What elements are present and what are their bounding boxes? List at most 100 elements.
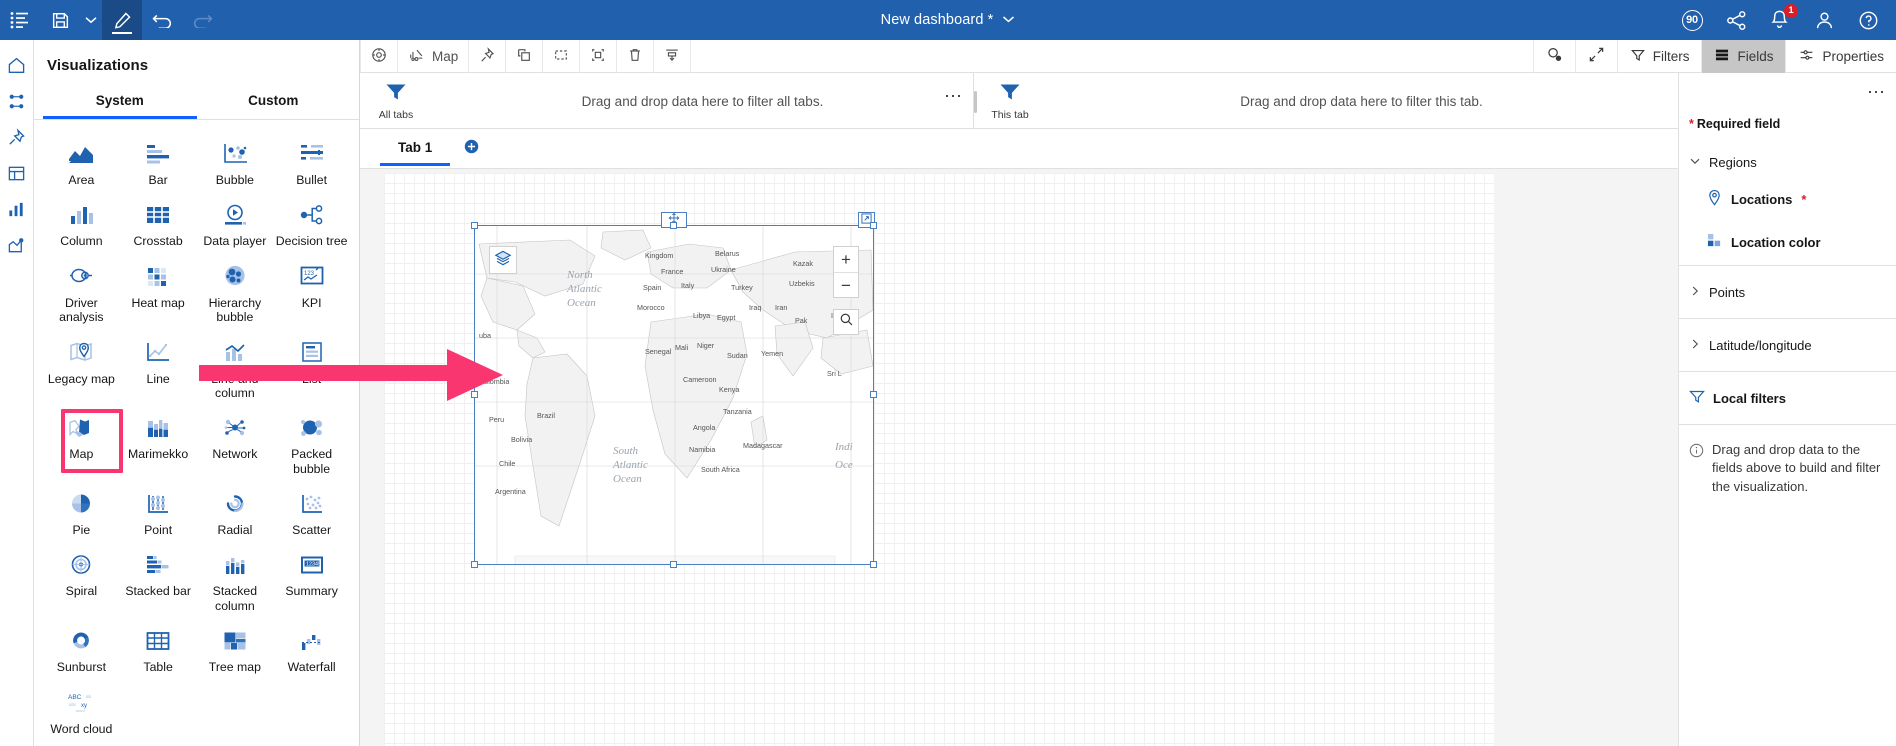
viz-item-map[interactable]: Map: [43, 408, 123, 480]
viz-item-tree-map[interactable]: Tree map: [197, 621, 274, 678]
share-button[interactable]: [1714, 0, 1758, 40]
viz-item-packed-bubble[interactable]: Packed bubble: [273, 408, 350, 480]
tab-custom[interactable]: Custom: [197, 88, 351, 119]
resize-handle-se[interactable]: [870, 561, 877, 568]
viz-item-spiral[interactable]: Spiral: [43, 545, 120, 617]
tab-system[interactable]: System: [43, 88, 197, 119]
toolbar-select-button[interactable]: [543, 39, 581, 73]
account-button[interactable]: [1802, 0, 1846, 40]
sidebar-item-pin[interactable]: [0, 122, 34, 158]
viz-item-decision-tree[interactable]: Decision tree: [273, 195, 350, 252]
section-points[interactable]: Points: [1679, 266, 1896, 318]
sidebar-item-charts[interactable]: [0, 194, 34, 230]
zoom-out-button[interactable]: [1532, 39, 1575, 73]
viz-item-line[interactable]: Line: [120, 333, 197, 405]
resize-handle-e[interactable]: [870, 391, 877, 398]
overflow-menu-icon[interactable]: ⋯: [944, 87, 963, 105]
field-locations[interactable]: Locations *: [1679, 179, 1896, 219]
viz-item-bullet[interactable]: Bullet: [273, 134, 350, 191]
tab-fields[interactable]: Fields: [1701, 39, 1786, 73]
redo-button[interactable]: [182, 0, 222, 40]
viz-item-word-cloud[interactable]: ABC ab abc xy word Word cloud: [43, 683, 120, 740]
toolbar-distribute-button[interactable]: [654, 39, 692, 73]
toolbar-chart-type-button[interactable]: Map: [398, 39, 470, 73]
section-regions[interactable]: Regions: [1679, 145, 1896, 179]
toolbar-delete-button[interactable]: [617, 39, 655, 73]
resize-handle-nw[interactable]: [471, 222, 478, 229]
viz-item-summary[interactable]: 12345 Summary: [273, 545, 350, 617]
tab-properties[interactable]: Properties: [1785, 39, 1896, 73]
viz-item-driver-analysis[interactable]: Driver analysis: [43, 257, 120, 329]
viz-item-bubble[interactable]: Bubble: [197, 134, 274, 191]
viz-item-network[interactable]: Network: [197, 408, 274, 480]
this-tab-filter-zone[interactable]: This tab Drag and drop data here to filt…: [974, 73, 1677, 129]
resize-handle-n[interactable]: [670, 222, 677, 229]
viz-item-data-player[interactable]: Data player: [197, 195, 274, 252]
viz-item-point[interactable]: Point: [120, 484, 197, 541]
chevron-down-icon[interactable]: [1002, 11, 1015, 29]
add-tab-button[interactable]: [464, 139, 479, 159]
toolbar-copy-button[interactable]: [506, 39, 544, 73]
zone-divider-handle[interactable]: [974, 91, 977, 113]
notifications-button[interactable]: 1: [1758, 0, 1802, 40]
canvas-sheet[interactable]: Kingdom Belarus France Ukraine Kazak Spa…: [384, 173, 1494, 746]
tab-filters[interactable]: Filters: [1616, 39, 1702, 73]
viz-item-legacy-map[interactable]: Legacy map: [43, 333, 120, 405]
map-search-button[interactable]: [833, 309, 859, 335]
resize-handle-w[interactable]: [471, 391, 478, 398]
viz-item-heat-map[interactable]: Heat map: [120, 257, 197, 329]
sidebar-item-explore[interactable]: [0, 230, 34, 266]
viz-item-scatter[interactable]: Scatter: [273, 484, 350, 541]
viz-item-radial[interactable]: Radial: [197, 484, 274, 541]
viz-item-list[interactable]: List: [273, 333, 350, 405]
viz-item-area[interactable]: Area: [43, 134, 120, 191]
resize-handle-s[interactable]: [670, 561, 677, 568]
viz-item-hierarchy-bubble[interactable]: Hierarchy bubble: [197, 257, 274, 329]
trial-days-button[interactable]: 90: [1670, 0, 1714, 40]
overflow-menu-icon[interactable]: ⋯: [1867, 83, 1886, 101]
viz-item-line-and-column[interactable]: Line and column: [197, 333, 274, 405]
sidebar-item-sources[interactable]: [0, 86, 34, 122]
toolbar-pin-button[interactable]: [469, 39, 507, 73]
save-options-button[interactable]: [80, 0, 102, 40]
viz-item-stacked-column[interactable]: Stacked column: [197, 545, 274, 617]
viz-item-pie[interactable]: Pie: [43, 484, 120, 541]
local-filters-row[interactable]: Local filters: [1679, 372, 1896, 424]
field-location-color[interactable]: Location color: [1679, 219, 1896, 265]
sidebar-item-widgets[interactable]: [0, 158, 34, 194]
page-title[interactable]: New dashboard *: [881, 12, 994, 28]
viz-item-kpi[interactable]: 123 KPI: [273, 257, 350, 329]
viz-item-stacked-bar[interactable]: Stacked bar: [120, 545, 197, 617]
viz-item-label: Bullet: [296, 173, 327, 187]
this-tab-filter-icon-group[interactable]: This tab: [974, 82, 1046, 121]
toolbar-target-button[interactable]: [360, 39, 398, 73]
chevron-right-icon: [1689, 338, 1701, 353]
all-tabs-filter-zone[interactable]: All tabs Drag and drop data here to filt…: [360, 73, 974, 129]
resize-handle-ne[interactable]: [870, 222, 877, 229]
viz-item-waterfall[interactable]: Waterfall: [273, 621, 350, 678]
map-render-area[interactable]: Kingdom Belarus France Ukraine Kazak Spa…: [475, 226, 873, 564]
map-widget[interactable]: Kingdom Belarus France Ukraine Kazak Spa…: [471, 212, 877, 568]
map-layers-button[interactable]: [489, 246, 517, 274]
sidebar-item-home[interactable]: [0, 50, 34, 86]
viz-item-crosstab[interactable]: Crosstab: [120, 195, 197, 252]
viz-item-bar[interactable]: Bar: [120, 134, 197, 191]
map-zoom-out-button[interactable]: −: [834, 272, 858, 297]
viz-item-marimekko[interactable]: Marimekko: [120, 408, 197, 480]
dashboard-canvas[interactable]: Kingdom Belarus France Ukraine Kazak Spa…: [360, 169, 1678, 746]
section-latitude-longitude[interactable]: Latitude/longitude: [1679, 319, 1896, 371]
viz-item-table[interactable]: Table: [120, 621, 197, 678]
resize-handle-sw[interactable]: [471, 561, 478, 568]
viz-item-column[interactable]: Column: [43, 195, 120, 252]
map-zoom-in-button[interactable]: +: [834, 247, 858, 272]
main-menu-button[interactable]: [0, 0, 40, 40]
undo-button[interactable]: [142, 0, 182, 40]
help-button[interactable]: [1846, 0, 1890, 40]
save-button[interactable]: [40, 0, 80, 40]
expand-canvas-button[interactable]: [1574, 39, 1617, 73]
tab-1[interactable]: Tab 1: [380, 131, 451, 166]
viz-item-sunburst[interactable]: Sunburst: [43, 621, 120, 678]
edit-mode-button[interactable]: [102, 0, 142, 40]
toolbar-group-button[interactable]: [580, 39, 618, 73]
all-tabs-filter-icon-group[interactable]: All tabs: [360, 82, 432, 121]
